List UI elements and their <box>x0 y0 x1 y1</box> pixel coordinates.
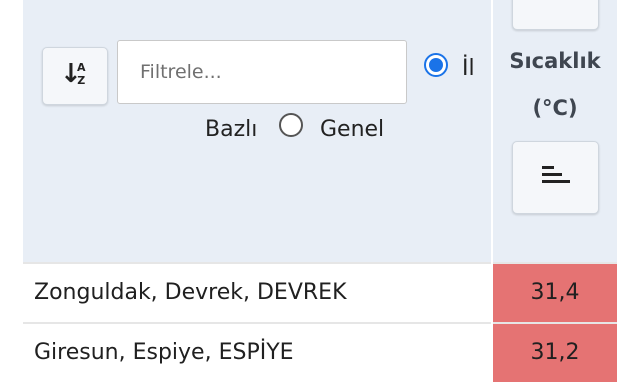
column-action-button[interactable] <box>512 0 599 30</box>
row-location: Zonguldak, Devrek, DEVREK <box>34 280 347 305</box>
column-divider <box>491 0 493 380</box>
column-title-sicaklik[interactable]: Sıcaklık <box>493 48 617 74</box>
radio-il-suffix-label: Bazlı <box>205 117 258 142</box>
radio-genel[interactable] <box>279 113 303 137</box>
sort-alpha-asc-icon: A Z <box>77 61 86 87</box>
sort-alphabetical-button[interactable]: ↓ A Z <box>42 47 108 105</box>
row-location: Giresun, Espiye, ESPİYE <box>34 340 294 365</box>
radio-genel-label: Genel <box>320 117 385 142</box>
radio-il-label: İl <box>462 56 475 81</box>
temperature-cell: 31,4 <box>493 264 617 322</box>
filter-input[interactable] <box>117 40 407 104</box>
temperature-cell: 31,2 <box>493 324 617 382</box>
radio-il-bazli[interactable] <box>424 53 448 77</box>
sort-temperature-button[interactable] <box>512 141 599 214</box>
column-unit: (°C) <box>532 96 578 120</box>
radio-selected-dot <box>429 58 443 72</box>
